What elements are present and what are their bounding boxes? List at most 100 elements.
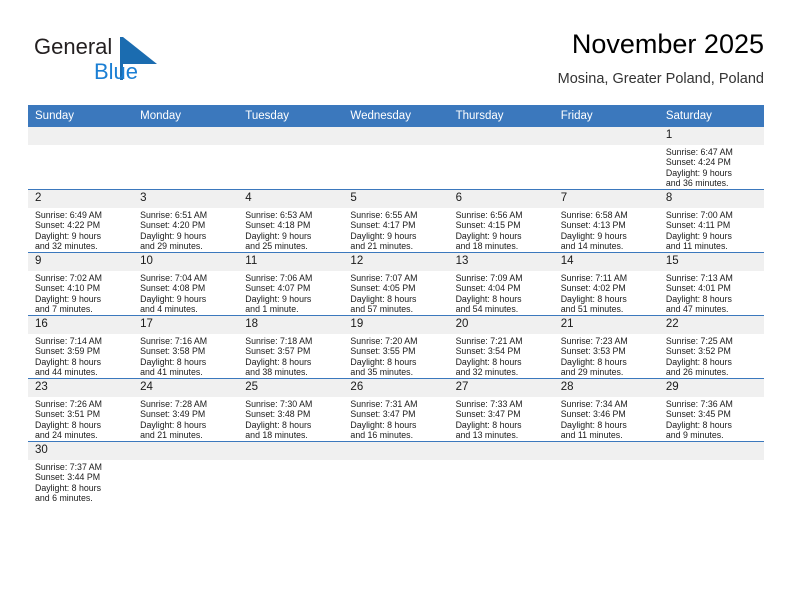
daylight-text: Daylight: 8 hours [245, 419, 312, 430]
calendar-day-cell[interactable]: 17 Sunrise: 7:16 AM Sunset: 3:58 PM Dayligh… [133, 315, 239, 379]
day-number: 3 [133, 190, 239, 208]
sunrise-text: Sunrise: 7:25 AM [665, 336, 733, 346]
sunrise-text: Sunrise: 6:49 AM [35, 210, 102, 220]
calendar-cell-empty [448, 127, 554, 190]
day-number [28, 127, 134, 145]
calendar-cell-empty [553, 127, 659, 190]
calendar-day-cell[interactable]: 29 Sunrise: 7:36 AM Sunset: 3:45 PM Dayligh… [658, 378, 764, 442]
daylight-text: and 9 minutes. [665, 430, 724, 441]
calendar-day-cell[interactable]: 24 Sunrise: 7:28 AM Sunset: 3:49 PM Dayligh… [133, 378, 239, 442]
calendar-cell-inner: 13 Sunrise: 7:09 AM Sunset: 4:04 PM Dayligh… [448, 253, 554, 315]
day-details: Sunrise: 6:49 AM Sunset: 4:22 PM Daylight:… [28, 208, 133, 252]
calendar-cell-inner [448, 127, 554, 189]
daylight-text: and 38 minutes. [245, 367, 308, 378]
day-number: 11 [238, 253, 344, 271]
calendar-day-cell[interactable]: 16 Sunrise: 7:14 AM Sunset: 3:59 PM Dayligh… [28, 315, 134, 379]
calendar-header-row: Sunday Monday Tuesday Wednesday Thursday… [28, 105, 764, 127]
day-details: Sunrise: 7:37 AM Sunset: 3:44 PM Daylight:… [28, 460, 133, 504]
calendar-day-cell[interactable]: 9 Sunrise: 7:02 AM Sunset: 4:10 PM Daylight… [28, 252, 134, 316]
weekday-header-monday: Monday [133, 105, 239, 127]
calendar-day-cell[interactable]: 18 Sunrise: 7:18 AM Sunset: 3:57 PM Dayligh… [238, 315, 344, 379]
sunset-text: Sunset: 4:11 PM [665, 220, 731, 231]
calendar-day-cell[interactable]: 5 Sunrise: 6:55 AM Sunset: 4:17 PM Daylight… [343, 189, 449, 253]
calendar-cell-empty [448, 441, 554, 504]
calendar-day-cell[interactable]: 28 Sunrise: 7:34 AM Sunset: 3:46 PM Dayligh… [553, 378, 659, 442]
daylight-text: Daylight: 8 hours [560, 356, 627, 367]
calendar-cell-empty [343, 127, 449, 190]
calendar-day-cell[interactable]: 26 Sunrise: 7:31 AM Sunset: 3:47 PM Dayligh… [343, 378, 449, 442]
day-details: Sunrise: 7:14 AM Sunset: 3:59 PM Daylight:… [28, 334, 133, 378]
daylight-text: and 32 minutes. [35, 241, 98, 252]
day-details: Sunrise: 7:13 AM Sunset: 4:01 PM Daylight:… [659, 271, 764, 315]
calendar-day-cell[interactable]: 4 Sunrise: 6:53 AM Sunset: 4:18 PM Daylight… [238, 189, 344, 253]
day-details: Sunrise: 6:55 AM Sunset: 4:17 PM Daylight:… [343, 208, 448, 252]
sunset-text: Sunset: 4:18 PM [245, 220, 311, 231]
calendar-day-cell[interactable]: 21 Sunrise: 7:23 AM Sunset: 3:53 PM Dayligh… [553, 315, 659, 379]
calendar-cell-inner: 6 Sunrise: 6:56 AM Sunset: 4:15 PM Daylight… [448, 190, 554, 252]
sunrise-text: Sunrise: 6:47 AM [665, 147, 733, 157]
calendar-day-cell[interactable]: 6 Sunrise: 6:56 AM Sunset: 4:15 PM Daylight… [448, 189, 554, 253]
general-blue-logo[interactable]: General Blue [34, 34, 204, 90]
day-number [133, 442, 239, 460]
day-number: 8 [658, 190, 764, 208]
calendar-day-cell[interactable]: 27 Sunrise: 7:33 AM Sunset: 3:47 PM Dayligh… [448, 378, 554, 442]
day-number [658, 442, 764, 460]
calendar-cell-empty [238, 441, 344, 504]
sunrise-text: Sunrise: 7:33 AM [455, 399, 523, 409]
daylight-text: and 41 minutes. [140, 367, 203, 378]
calendar-body: 1 Sunrise: 6:47 AM Sunset: 4:24 PM Daylight… [28, 127, 764, 504]
calendar-cell-inner: 30 Sunrise: 7:37 AM Sunset: 3:44 PM Dayligh… [28, 442, 134, 504]
sunset-text: Sunset: 4:07 PM [245, 283, 311, 294]
daylight-text: Daylight: 9 hours [245, 293, 312, 304]
title-block: November 2025 Mosina, Greater Poland, Po… [558, 28, 764, 89]
daylight-text: and 54 minutes. [455, 304, 519, 315]
day-number: 25 [238, 379, 344, 397]
calendar-day-cell[interactable]: 19 Sunrise: 7:20 AM Sunset: 3:55 PM Dayligh… [343, 315, 449, 379]
daylight-text: and 6 minutes. [35, 493, 93, 504]
calendar-day-cell[interactable]: 2 Sunrise: 6:49 AM Sunset: 4:22 PM Daylight… [28, 189, 134, 253]
calendar-day-cell[interactable]: 14 Sunrise: 7:11 AM Sunset: 4:02 PM Dayligh… [553, 252, 659, 316]
calendar-cell-inner: 3 Sunrise: 6:51 AM Sunset: 4:20 PM Daylight… [133, 190, 239, 252]
sunset-text: Sunset: 3:52 PM [665, 346, 731, 357]
calendar-day-cell[interactable]: 22 Sunrise: 7:25 AM Sunset: 3:52 PM Dayligh… [658, 315, 764, 379]
daylight-text: Daylight: 9 hours [350, 230, 417, 241]
sunrise-text: Sunrise: 7:23 AM [560, 336, 628, 346]
calendar-cell-inner: 5 Sunrise: 6:55 AM Sunset: 4:17 PM Daylight… [343, 190, 449, 252]
calendar-day-cell[interactable]: 15 Sunrise: 7:13 AM Sunset: 4:01 PM Dayligh… [658, 252, 764, 316]
calendar-day-cell[interactable]: 30 Sunrise: 7:37 AM Sunset: 3:44 PM Dayligh… [28, 441, 134, 504]
day-number [448, 127, 554, 145]
calendar-cell-inner [238, 442, 344, 504]
calendar-cell-inner: 21 Sunrise: 7:23 AM Sunset: 3:53 PM Dayligh… [553, 316, 659, 378]
day-number [238, 442, 344, 460]
calendar-day-cell[interactable]: 20 Sunrise: 7:21 AM Sunset: 3:54 PM Dayligh… [448, 315, 554, 379]
calendar-day-cell[interactable]: 3 Sunrise: 6:51 AM Sunset: 4:20 PM Daylight… [133, 189, 239, 253]
day-number: 21 [553, 316, 659, 334]
calendar-day-cell[interactable]: 23 Sunrise: 7:26 AM Sunset: 3:51 PM Dayligh… [28, 378, 134, 442]
sunrise-text: Sunrise: 7:36 AM [665, 399, 733, 409]
calendar-day-cell[interactable]: 10 Sunrise: 7:04 AM Sunset: 4:08 PM Dayligh… [133, 252, 239, 316]
sunrise-sunset-calendar: Sunday Monday Tuesday Wednesday Thursday… [28, 105, 764, 504]
sunrise-text: Sunrise: 7:26 AM [35, 399, 102, 409]
day-number: 1 [658, 127, 764, 145]
daylight-text: Daylight: 8 hours [560, 293, 627, 304]
calendar-cell-inner: 18 Sunrise: 7:18 AM Sunset: 3:57 PM Dayligh… [238, 316, 344, 378]
calendar-day-cell[interactable]: 1 Sunrise: 6:47 AM Sunset: 4:24 PM Daylight… [658, 127, 764, 190]
sunrise-text: Sunrise: 7:30 AM [245, 399, 313, 409]
calendar-day-cell[interactable]: 7 Sunrise: 6:58 AM Sunset: 4:13 PM Daylight… [553, 189, 659, 253]
calendar-day-cell[interactable]: 8 Sunrise: 7:00 AM Sunset: 4:11 PM Daylight… [658, 189, 764, 253]
calendar-day-cell[interactable]: 25 Sunrise: 7:30 AM Sunset: 3:48 PM Dayligh… [238, 378, 344, 442]
daylight-text: and 11 minutes. [665, 241, 728, 252]
sunrise-text: Sunrise: 7:09 AM [455, 273, 523, 283]
calendar-day-cell[interactable]: 11 Sunrise: 7:06 AM Sunset: 4:07 PM Dayligh… [238, 252, 344, 316]
calendar-day-cell[interactable]: 13 Sunrise: 7:09 AM Sunset: 4:04 PM Dayligh… [448, 252, 554, 316]
calendar-day-cell[interactable]: 12 Sunrise: 7:07 AM Sunset: 4:05 PM Dayligh… [343, 252, 449, 316]
calendar-week-row: 23 Sunrise: 7:26 AM Sunset: 3:51 PM Dayligh… [28, 378, 764, 442]
day-number: 17 [133, 316, 239, 334]
day-number: 28 [553, 379, 659, 397]
calendar-cell-inner: 29 Sunrise: 7:36 AM Sunset: 3:45 PM Dayligh… [658, 379, 764, 441]
sunset-text: Sunset: 4:02 PM [560, 283, 626, 294]
calendar-cell-inner [28, 127, 134, 189]
sunrise-text: Sunrise: 6:51 AM [140, 210, 208, 220]
daylight-text: and 7 minutes. [35, 304, 93, 315]
weekday-header-sunday: Sunday [28, 105, 134, 127]
